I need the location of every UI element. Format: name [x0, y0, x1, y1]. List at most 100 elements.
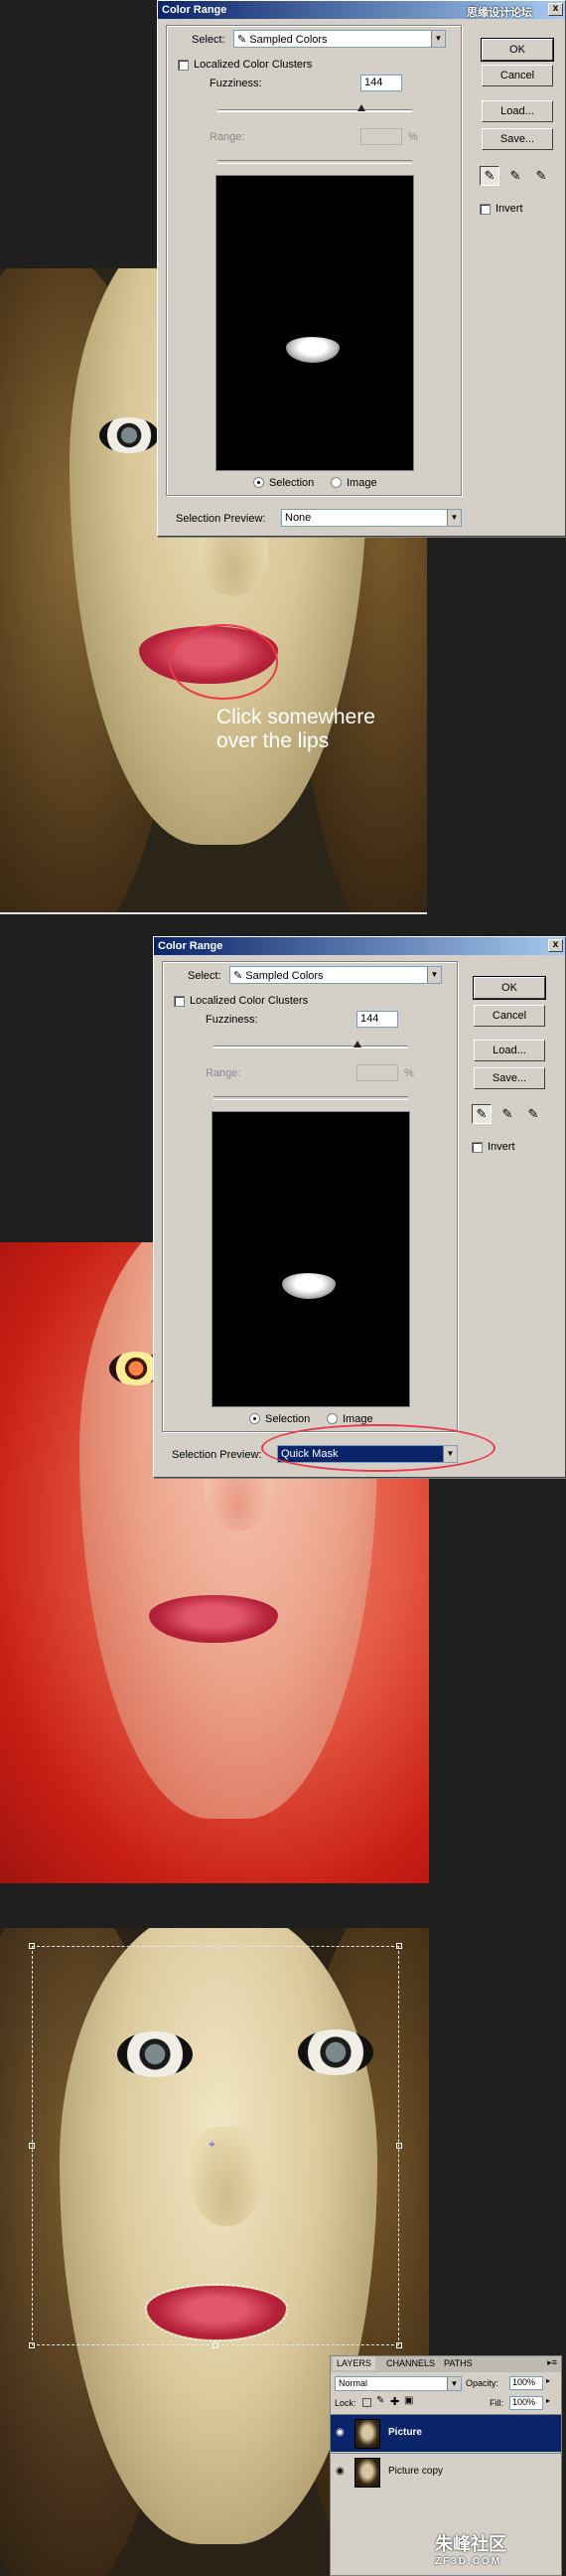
lock-pixels-icon[interactable]: ✎	[376, 2395, 384, 2406]
transform-bounding-box[interactable]	[32, 1946, 399, 2345]
image-radio[interactable]	[331, 477, 342, 488]
tab-paths[interactable]: PATHS	[440, 2356, 477, 2370]
fill-arrow-icon[interactable]: ▸	[546, 2396, 550, 2405]
lock-position-icon[interactable]: ✚	[390, 2395, 399, 2408]
dialog-titlebar[interactable]: Color Range	[154, 937, 565, 955]
lips-mask-blob	[286, 337, 340, 363]
fuzziness-input[interactable]: 144	[360, 75, 402, 91]
fuzziness-slider-thumb[interactable]	[354, 1041, 361, 1047]
layer-name: Picture copy	[388, 2466, 444, 2477]
range-label: Range:	[206, 1067, 241, 1079]
annotation-text: Click somewhere over the lips	[216, 706, 375, 753]
cancel-button[interactable]: Cancel	[474, 1005, 545, 1027]
invert-checkbox[interactable]	[480, 204, 491, 215]
transform-handle-br[interactable]	[396, 2342, 402, 2348]
blend-mode-value: Normal	[339, 2378, 368, 2388]
panel-menu-icon[interactable]: ▸≡	[547, 2357, 557, 2368]
layer-row-picture[interactable]: ◉ Picture	[331, 2414, 561, 2452]
fuzziness-input[interactable]: 144	[356, 1011, 398, 1028]
range-slider-disabled	[213, 1096, 408, 1100]
selection-preview-dropdown[interactable]: None ▼	[281, 509, 462, 527]
tab-channels[interactable]: CHANNELS	[382, 2356, 439, 2370]
eyedropper-minus-icon[interactable]: ✎	[523, 1104, 543, 1124]
cancel-button[interactable]: Cancel	[482, 65, 553, 86]
save-button[interactable]: Save...	[482, 128, 553, 150]
layer-thumbnail	[354, 2419, 380, 2449]
lock-transparent-icon[interactable]	[362, 2398, 371, 2407]
range-unit: %	[404, 1067, 414, 1079]
panel-divider-1	[0, 912, 427, 914]
selection-radio[interactable]	[249, 1413, 260, 1424]
selection-radio-label: Selection	[265, 1413, 311, 1425]
tab-layers[interactable]: LAYERS	[333, 2356, 375, 2370]
localized-label: Localized Color Clusters	[190, 995, 309, 1007]
selection-radio-label: Selection	[269, 477, 315, 489]
lock-all-icon[interactable]: ▣	[404, 2395, 413, 2406]
localized-checkbox[interactable]	[178, 60, 189, 71]
annotation-ring	[261, 1424, 495, 1472]
close-button[interactable]: x	[548, 3, 563, 16]
transform-center-icon[interactable]: ⌖	[209, 2137, 215, 2152]
transform-handle-ml[interactable]	[29, 2143, 35, 2149]
fill-input[interactable]: 100%	[509, 2396, 543, 2410]
selection-preview-value: None	[285, 512, 312, 524]
watermark-bottom: 朱峰社区 ZF3D.COM	[435, 2530, 506, 2567]
select-label: Select:	[192, 34, 225, 46]
invert-label: Invert	[495, 203, 523, 215]
selection-radio[interactable]	[253, 477, 264, 488]
localized-label: Localized Color Clusters	[194, 59, 313, 71]
fuzziness-slider-thumb[interactable]	[357, 104, 365, 111]
range-input	[356, 1064, 398, 1081]
eye-icon[interactable]: ◉	[336, 2467, 348, 2477]
selection-preview-image	[215, 175, 414, 471]
eye-icon[interactable]: ◉	[336, 2428, 348, 2438]
save-button[interactable]: Save...	[474, 1067, 545, 1089]
fuzziness-label: Fuzziness:	[206, 1014, 258, 1026]
load-button[interactable]: Load...	[474, 1040, 545, 1061]
image-radio[interactable]	[327, 1413, 338, 1424]
transform-handle-bl[interactable]	[29, 2342, 35, 2348]
opacity-arrow-icon[interactable]: ▸	[546, 2376, 550, 2385]
dialog-title: Color Range	[162, 4, 227, 16]
blend-mode-dropdown[interactable]: Normal ▼	[335, 2376, 462, 2391]
range-input	[360, 128, 402, 145]
chevron-down-icon: ▼	[447, 2377, 461, 2390]
opacity-label: Opacity:	[466, 2378, 499, 2388]
transform-handle-tl[interactable]	[29, 1943, 35, 1949]
transform-handle-mr[interactable]	[396, 2143, 402, 2149]
ok-button[interactable]: OK	[473, 976, 546, 1000]
invert-checkbox[interactable]	[472, 1142, 483, 1153]
annotation-ring	[169, 624, 278, 700]
fuzziness-slider[interactable]	[217, 109, 412, 112]
fuzziness-label: Fuzziness:	[210, 78, 262, 89]
chevron-down-icon: ▼	[431, 31, 445, 47]
layer-row-picture-copy[interactable]: ◉ Picture copy	[331, 2453, 561, 2491]
select-dropdown[interactable]: ✎ Sampled Colors ▼	[233, 30, 446, 48]
opacity-input[interactable]: 100%	[509, 2376, 543, 2390]
eyedropper-icon[interactable]: ✎	[472, 1104, 492, 1124]
image-radio-label: Image	[347, 477, 377, 489]
selection-preview-label: Selection Preview:	[176, 513, 266, 525]
close-button[interactable]: x	[548, 939, 563, 952]
chevron-down-icon: ▼	[427, 967, 441, 983]
select-dropdown[interactable]: ✎ Sampled Colors ▼	[229, 966, 442, 984]
ok-button[interactable]: OK	[481, 38, 554, 62]
watermark-top: 思缘设计论坛	[467, 7, 532, 19]
select-value: Sampled Colors	[245, 970, 324, 982]
lock-label: Lock:	[335, 2398, 356, 2408]
eyedropper-icon[interactable]: ✎	[480, 166, 499, 186]
eyedropper-minus-icon[interactable]: ✎	[531, 166, 551, 186]
eyedropper-plus-icon[interactable]: ✎	[505, 166, 525, 186]
transform-handle-bm[interactable]	[212, 2342, 218, 2348]
chevron-down-icon: ▼	[447, 510, 461, 526]
eyedropper-icon: ✎	[237, 34, 250, 46]
eyedropper-plus-icon[interactable]: ✎	[497, 1104, 517, 1124]
transform-handle-tr[interactable]	[396, 1943, 402, 1949]
dialog-title: Color Range	[158, 940, 223, 952]
fill-label: Fill:	[490, 2398, 503, 2408]
fuzziness-slider[interactable]	[213, 1046, 408, 1048]
layer-thumbnail	[354, 2458, 380, 2488]
load-button[interactable]: Load...	[482, 100, 553, 122]
localized-checkbox[interactable]	[174, 996, 185, 1007]
color-range-dialog-2: Color Range x Select: ✎ Sampled Colors ▼…	[153, 936, 566, 1478]
